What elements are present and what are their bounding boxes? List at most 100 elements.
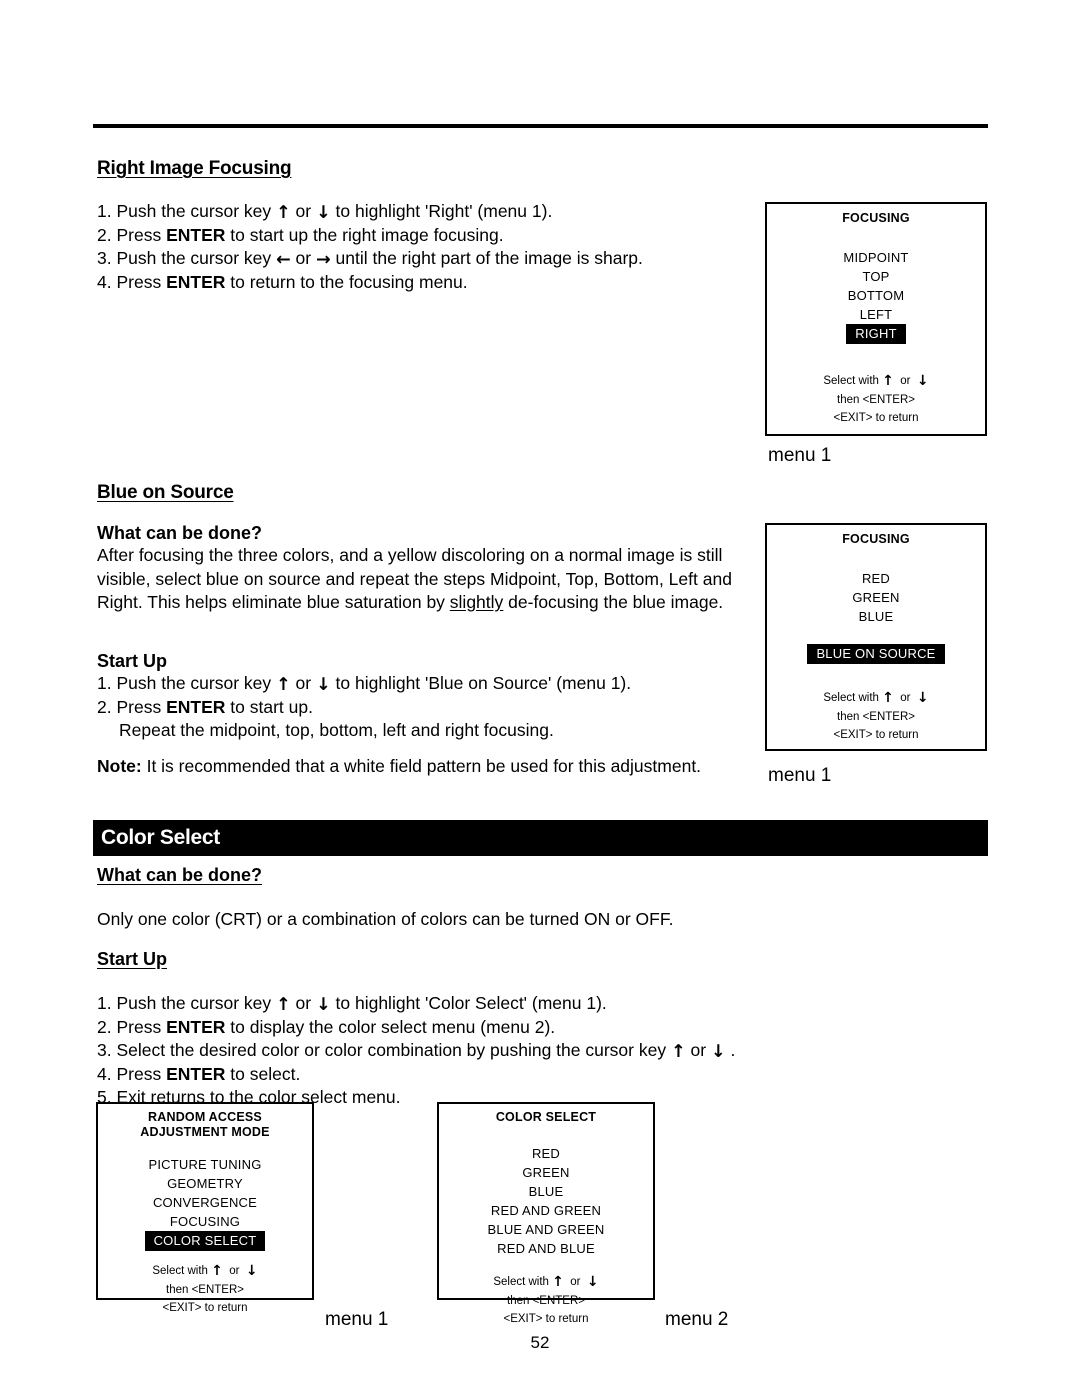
cursor-up-icon xyxy=(276,677,291,695)
step-number: 1. xyxy=(97,201,112,221)
menu-caption-1: menu 1 xyxy=(768,445,832,466)
menu-footer-select-with: Select with or xyxy=(98,1262,312,1281)
cursor-left-icon xyxy=(276,252,291,270)
menu-footer-exit-return: <EXIT> to return xyxy=(162,1302,248,1314)
key-name: ENTER xyxy=(166,271,226,292)
osd-menu-color-select[interactable]: COLOR SELECT RED GREEN BLUE RED AND GREE… xyxy=(437,1102,655,1325)
step-number: 4. xyxy=(97,1063,112,1084)
cursor-down-icon xyxy=(917,374,929,388)
select-with-text: Select with xyxy=(823,375,879,387)
step-item: 4. Press ENTER to return to the focusing… xyxy=(97,271,757,295)
menu-item-geometry[interactable]: GEOMETRY xyxy=(98,1174,312,1193)
emphasis-text: slightly xyxy=(449,592,504,612)
menu-item-focusing[interactable]: FOCUSING xyxy=(98,1212,312,1231)
cursor-down-icon xyxy=(316,677,331,695)
step-text: Press xyxy=(116,1063,167,1084)
menu-item-green[interactable]: GREEN xyxy=(439,1163,653,1182)
menu-item-midpoint[interactable]: MIDPOINT xyxy=(767,248,985,267)
or-text: or xyxy=(900,692,911,704)
cursor-down-icon xyxy=(316,205,331,223)
menu-item-red[interactable]: RED xyxy=(439,1144,653,1163)
key-name: ENTER xyxy=(166,1063,226,1084)
step-item: 2. Press ENTER to start up the right ima… xyxy=(97,224,757,248)
menu-item-convergence[interactable]: CONVERGENCE xyxy=(98,1193,312,1212)
select-with-text: Select with xyxy=(823,692,879,704)
menu-item-green[interactable]: GREEN xyxy=(767,588,985,607)
menu-caption-2: menu 2 xyxy=(665,1309,729,1330)
cursor-down-icon xyxy=(917,691,929,705)
cursor-up-icon xyxy=(882,374,894,388)
menu-caption-1-b: menu 1 xyxy=(768,765,832,786)
blue-on-source-note: Note: It is recommended that a white fie… xyxy=(97,755,757,779)
step-text: Push the cursor key xyxy=(116,201,277,221)
step-text: or xyxy=(290,993,316,1013)
step-text: or xyxy=(290,201,316,221)
step-text: until the right part of the image is sha… xyxy=(330,248,643,268)
cursor-down-icon xyxy=(246,1264,258,1278)
menu-footer-exit-return: <EXIT> to return xyxy=(503,1313,589,1325)
note-line: Note: It is recommended that a white fie… xyxy=(97,755,757,779)
cursor-up-icon xyxy=(211,1264,223,1278)
key-name: ENTER xyxy=(166,224,226,245)
paragraph-text: de-focusing the blue image. xyxy=(503,592,724,612)
menu-footer-select-with: Select with or xyxy=(439,1273,653,1292)
color-select-steps: 1. Push the cursor key or to highlight '… xyxy=(97,992,877,1110)
menu-title: FOCUSING xyxy=(842,532,910,546)
menu-footer-select-with: Select with or xyxy=(767,689,985,708)
step-number: 2. xyxy=(97,1016,112,1037)
menu-footer-select-with: Select with or xyxy=(767,372,985,391)
menu-item-red[interactable]: RED xyxy=(767,569,985,588)
step-item: 3. Select the desired color or color com… xyxy=(97,1039,877,1063)
menu-item-left[interactable]: LEFT xyxy=(767,305,985,324)
step-item: 2. Press ENTER to start up. xyxy=(97,696,757,720)
osd-menu-random-access-adjustment-mode[interactable]: RANDOM ACCESS ADJUSTMENT MODE PICTURE TU… xyxy=(96,1102,314,1314)
cursor-up-icon xyxy=(552,1275,564,1289)
menu-footer-then-enter: then <ENTER> xyxy=(837,393,915,406)
or-text: or xyxy=(570,1276,581,1288)
menu-item-right-selected[interactable]: RIGHT xyxy=(846,324,906,344)
menu-item-red-and-green[interactable]: RED AND GREEN xyxy=(439,1201,653,1220)
start-up-label: Start Up xyxy=(97,949,168,969)
menu-title: COLOR SELECT xyxy=(495,1110,597,1124)
cursor-down-icon xyxy=(316,997,331,1015)
menu-item-red-and-blue[interactable]: RED AND BLUE xyxy=(439,1239,653,1258)
step-item: 1. Push the cursor key or to highlight '… xyxy=(97,672,757,696)
step-number: 3. xyxy=(97,1040,112,1060)
step-item: 1. Push the cursor key or to highlight '… xyxy=(97,992,877,1016)
step-text: to display the color select menu (menu 2… xyxy=(225,1016,556,1037)
menu-item-picture-tuning[interactable]: PICTURE TUNING xyxy=(98,1155,312,1174)
step-number: 3. xyxy=(97,248,112,268)
step-text: or xyxy=(290,248,316,268)
step-text: Push the cursor key xyxy=(116,673,277,693)
what-can-be-done-label: What can be done? xyxy=(97,865,263,885)
note-label: Note: xyxy=(97,756,142,776)
color-select-banner-title: Color Select xyxy=(101,826,220,849)
or-text: or xyxy=(229,1265,240,1277)
menu-item-top[interactable]: TOP xyxy=(767,267,985,286)
cursor-up-icon xyxy=(276,997,291,1015)
menu-item-blue[interactable]: BLUE xyxy=(439,1182,653,1201)
osd-menu-focusing-positions[interactable]: FOCUSING MIDPOINT TOP BOTTOM LEFT RIGHT … xyxy=(765,202,987,436)
step-text: Press xyxy=(116,1016,167,1037)
menu-item-blue-and-green[interactable]: BLUE AND GREEN xyxy=(439,1220,653,1239)
menu-footer-exit-return: <EXIT> to return xyxy=(833,729,919,741)
step-text: to select. xyxy=(225,1063,301,1084)
or-text: or xyxy=(900,375,911,387)
step-number: 4. xyxy=(97,271,112,292)
header-divider xyxy=(93,124,988,128)
step-text: to highlight 'Blue on Source' (menu 1). xyxy=(330,673,632,693)
step-text: to highlight 'Right' (menu 1). xyxy=(330,201,553,221)
step-continuation: Repeat the midpoint, top, bottom, left a… xyxy=(119,720,554,740)
osd-menu-focusing-colors[interactable]: FOCUSING RED GREEN BLUE BLUE ON SOURCE S… xyxy=(765,523,987,751)
cursor-down-icon xyxy=(711,1044,726,1062)
menu-item-blue-on-source-selected[interactable]: BLUE ON SOURCE xyxy=(807,644,945,664)
step-text: to start up the right image focusing. xyxy=(225,224,504,245)
menu-item-blue[interactable]: BLUE xyxy=(767,607,985,626)
menu-caption-1-c: menu 1 xyxy=(325,1309,389,1330)
menu-item-color-select-selected[interactable]: COLOR SELECT xyxy=(144,1231,266,1251)
menu-item-bottom[interactable]: BOTTOM xyxy=(767,286,985,305)
color-select-start-up-label-wrap: Start Up xyxy=(97,949,757,970)
step-text: to start up. xyxy=(225,696,313,717)
page-number: 52 xyxy=(530,1333,550,1352)
right-image-focusing-heading: Right Image Focusing xyxy=(97,158,292,179)
